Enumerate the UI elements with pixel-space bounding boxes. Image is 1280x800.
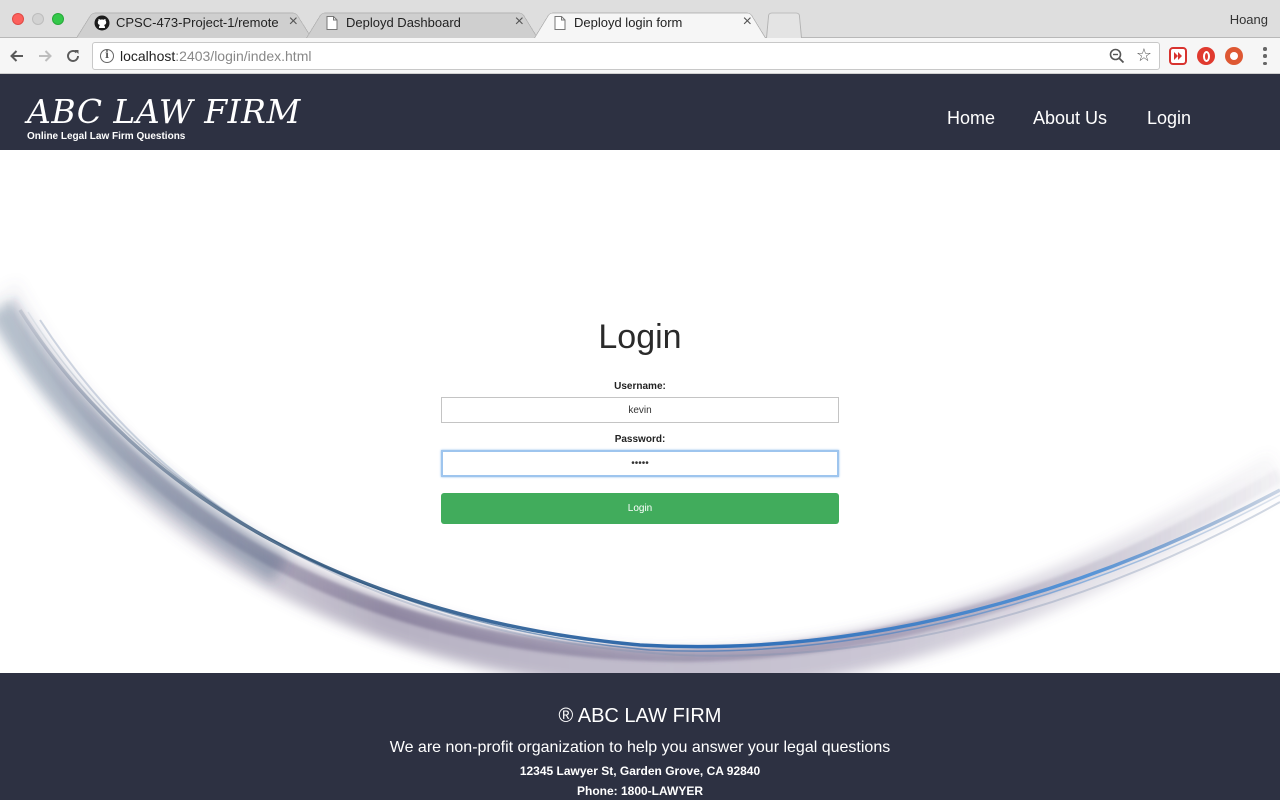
login-button[interactable]: Login [441, 493, 839, 524]
username-field[interactable] [441, 397, 839, 423]
url-host: localhost [120, 48, 176, 64]
window-minimize-button[interactable] [32, 13, 44, 25]
browser-tab-deployd-dashboard[interactable]: Deployd Dashboard × [306, 8, 538, 38]
password-label: Password: [614, 434, 666, 445]
tab-title: Deployd login form [574, 15, 683, 30]
nav-link-login[interactable]: Login [1147, 108, 1191, 129]
browser-menu-icon[interactable] [1262, 47, 1268, 65]
username-label: Username: [614, 381, 666, 392]
site-header: ABC LAW FIRM Online Legal Law Firm Quest… [0, 74, 1280, 150]
footer-title: ® ABC LAW FIRM [558, 705, 722, 727]
browser-tab-github[interactable]: CPSC-473-Project-1/remoted × [76, 8, 312, 38]
tab-close-icon[interactable]: × [289, 13, 298, 31]
bookmark-star-icon[interactable]: ☆ [1136, 45, 1152, 66]
reload-icon[interactable] [62, 45, 84, 67]
new-tab-button[interactable] [766, 8, 802, 38]
address-bar[interactable]: i localhost:2403/login/index.html ☆ [92, 42, 1160, 70]
site-footer: ® ABC LAW FIRM We are non-profit organiz… [0, 673, 1280, 800]
nav-link-about-us[interactable]: About Us [1033, 108, 1107, 129]
password-field[interactable] [441, 450, 839, 477]
window-zoom-button[interactable] [52, 13, 64, 25]
browser-tab-deployd-login[interactable]: Deployd login form × [534, 8, 766, 38]
url-text: localhost:2403/login/index.html [120, 48, 311, 64]
extension-duckduckgo-icon[interactable] [1225, 47, 1243, 65]
github-icon [94, 15, 110, 31]
web-page: ABC LAW FIRM Online Legal Law Firm Quest… [0, 74, 1280, 800]
footer-address: 12345 Lawyer St, Garden Grove, CA 92840 [519, 764, 761, 778]
profile-name[interactable]: Hoang [1230, 12, 1268, 27]
back-arrow-icon[interactable] [6, 45, 28, 67]
footer-phone: Phone: 1800-LAWYER [576, 784, 704, 798]
site-info-icon[interactable]: i [100, 49, 114, 63]
url-path: :2403/login/index.html [175, 48, 312, 64]
tab-title: Deployd Dashboard [346, 15, 461, 30]
browser-tab-strip: CPSC-473-Project-1/remoted × Deployd Das… [0, 0, 1280, 38]
forward-arrow-icon[interactable] [34, 45, 56, 67]
tab-close-icon[interactable]: × [743, 13, 752, 31]
extension-opera-icon[interactable] [1197, 47, 1215, 65]
browser-toolbar: i localhost:2403/login/index.html ☆ [0, 38, 1280, 74]
window-close-button[interactable] [12, 13, 24, 25]
login-heading: Login [598, 318, 682, 356]
zoom-icon[interactable] [1109, 48, 1125, 64]
tab-close-icon[interactable]: × [515, 13, 524, 31]
page-icon [324, 15, 340, 31]
footer-mission: We are non-profit organization to help y… [389, 739, 891, 756]
page-icon [552, 15, 568, 31]
site-tagline: Online Legal Law Firm Questions [27, 131, 186, 142]
extension-media-icon[interactable] [1169, 47, 1187, 65]
site-logo[interactable]: ABC LAW FIRM [27, 93, 301, 131]
nav-link-home[interactable]: Home [947, 108, 995, 129]
tab-title: CPSC-473-Project-1/remoted [116, 15, 278, 30]
